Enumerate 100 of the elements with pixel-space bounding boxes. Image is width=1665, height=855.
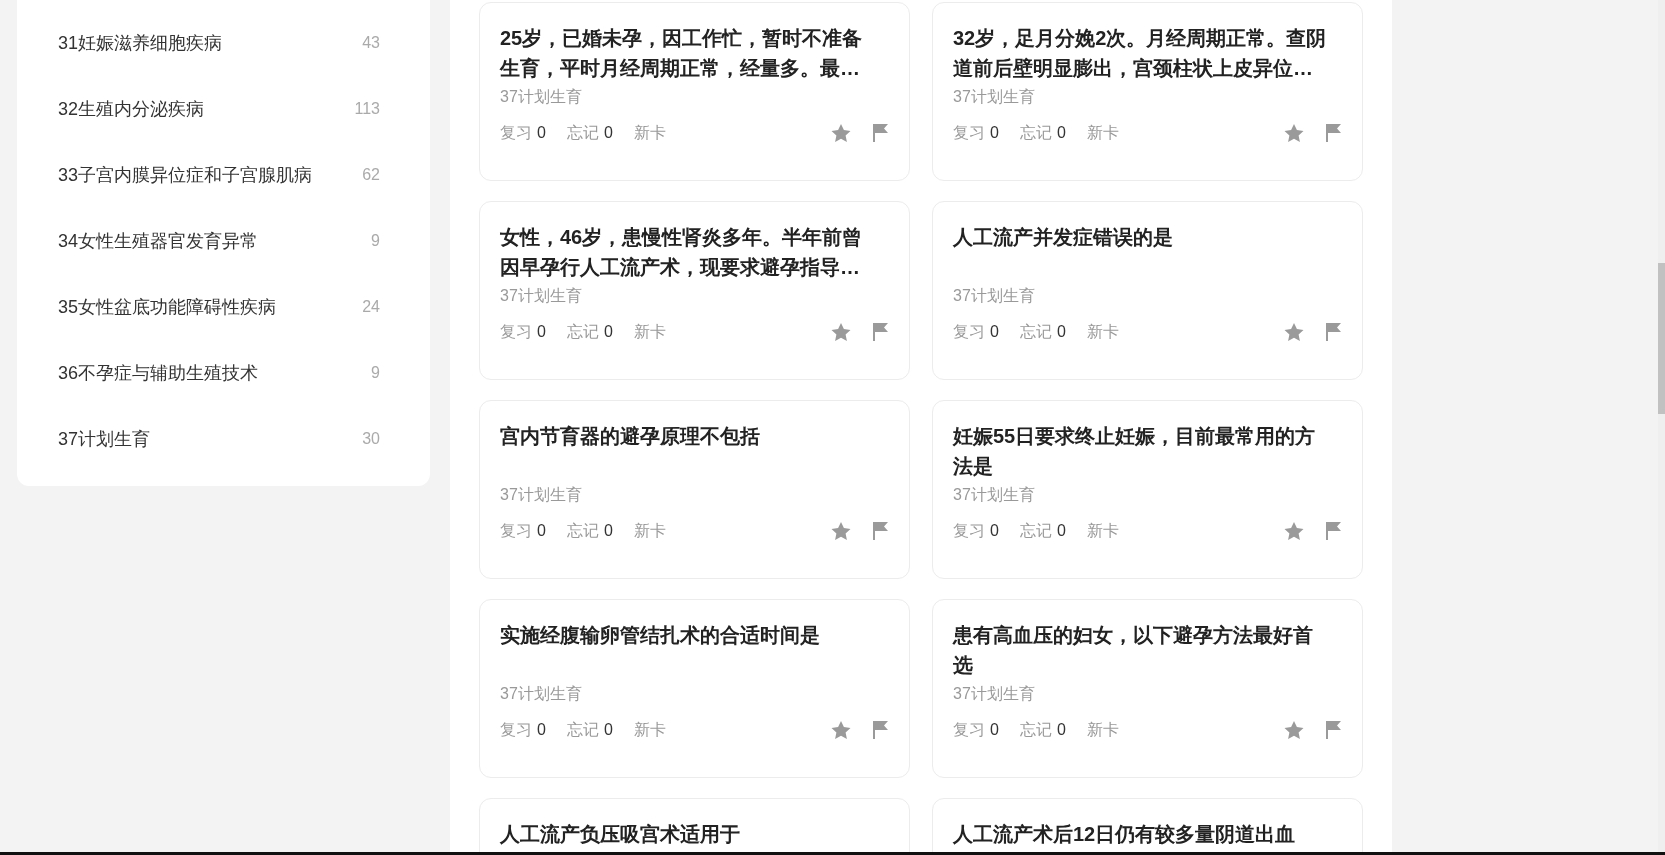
star-icon[interactable]	[1284, 322, 1304, 342]
stat-label: 复习	[953, 122, 985, 143]
stat-value: 0	[537, 323, 546, 341]
star-icon[interactable]	[1284, 123, 1304, 143]
flag-icon[interactable]	[873, 124, 888, 142]
scrollbar-thumb[interactable]	[1658, 263, 1665, 414]
stat-value: 0	[537, 124, 546, 142]
category-item[interactable]: 36不孕症与辅助生殖技术 9	[17, 340, 430, 406]
question-card[interactable]: 人工流产并发症错误的是 37计划生育 复习 0 忘记 0 新卡	[932, 201, 1363, 380]
star-icon[interactable]	[831, 322, 851, 342]
question-title: 人工流产负压吸宫术适用于	[500, 822, 741, 847]
card-category: 37计划生育	[953, 485, 1036, 505]
stat-label: 复习	[500, 520, 532, 541]
card-category: 37计划生育	[500, 485, 583, 505]
question-title: 32岁，足月分娩2次。月经周期正常。查阴道前后壁明显膨出，宫颈柱状上皮异位…	[953, 26, 1328, 81]
category-item[interactable]: 33子宫内膜异位症和子宫腺肌病 62	[17, 142, 430, 208]
stat-label: 忘记	[1019, 719, 1052, 740]
stat-label: 新卡	[633, 719, 666, 740]
question-card[interactable]: 实施经腹输卵管结扎术的合适时间是 37计划生育 复习 0 忘记 0 新卡	[479, 599, 910, 778]
category-item[interactable]: 31妊娠滋养细胞疾病 43	[17, 10, 430, 76]
stat-label: 新卡	[1086, 719, 1119, 740]
flag-icon[interactable]	[1326, 124, 1341, 142]
category-item[interactable]: 34女性生殖器官发育异常 9	[17, 208, 430, 274]
stat-value: 0	[990, 323, 999, 341]
flag-icon[interactable]	[1326, 721, 1341, 739]
question-title: 实施经腹输卵管结扎术的合适时间是	[500, 623, 821, 648]
star-icon[interactable]	[831, 521, 851, 541]
stat-label: 忘记	[566, 122, 599, 143]
category-item[interactable]: 35女性盆底功能障碍性疾病 24	[17, 274, 430, 340]
stat-value: 0	[537, 721, 546, 739]
category-name: 36不孕症与辅助生殖技术	[58, 362, 259, 385]
question-card[interactable]: 妊娠55日要求终止妊娠，目前最常用的方法是 37计划生育 复习 0 忘记 0 新卡	[932, 400, 1363, 579]
stat-label: 复习	[953, 719, 985, 740]
stat-label: 忘记	[566, 719, 599, 740]
flag-icon[interactable]	[1326, 522, 1341, 540]
stat-value: 0	[1056, 323, 1066, 341]
card-category: 37计划生育	[953, 87, 1036, 107]
stat-value: 0	[603, 522, 613, 540]
stat-label: 忘记	[1019, 122, 1052, 143]
stat-label: 新卡	[1086, 321, 1119, 342]
star-icon[interactable]	[831, 123, 851, 143]
question-title: 患有高血压的妇女，以下避孕方法最好首选	[953, 623, 1314, 678]
stat-label: 新卡	[633, 520, 666, 541]
question-title: 女性，46岁，患慢性肾炎多年。半年前曾因早孕行人工流产术，现要求避孕指导…	[500, 225, 864, 280]
category-count: 62	[362, 166, 380, 184]
flag-icon[interactable]	[873, 721, 888, 739]
category-count: 113	[354, 100, 380, 118]
category-count: 30	[362, 430, 380, 448]
stat-label: 忘记	[566, 321, 599, 342]
category-item[interactable]: 32生殖内分泌疾病 113	[17, 76, 430, 142]
question-card[interactable]: 人工流产术后12日仍有较多量阴道出血	[932, 798, 1363, 852]
stat-label: 复习	[953, 520, 985, 541]
stat-label: 忘记	[1019, 321, 1052, 342]
card-category: 37计划生育	[500, 87, 583, 107]
stat-label: 复习	[500, 719, 532, 740]
question-card[interactable]: 32岁，足月分娩2次。月经周期正常。查阴道前后壁明显膨出，宫颈柱状上皮异位… 37计划生育 复习 0 忘记 0 新卡	[932, 2, 1363, 181]
category-name: 34女性生殖器官发育异常	[58, 230, 259, 253]
star-icon[interactable]	[831, 720, 851, 740]
question-title: 人工流产术后12日仍有较多量阴道出血	[953, 822, 1297, 847]
category-name: 31妊娠滋养细胞疾病	[58, 32, 223, 55]
card-category: 37计划生育	[500, 684, 583, 704]
category-name: 35女性盆底功能障碍性疾病	[58, 296, 277, 319]
star-icon[interactable]	[1284, 521, 1304, 541]
stat-label: 复习	[953, 321, 985, 342]
flag-icon[interactable]	[1326, 323, 1341, 341]
flag-icon[interactable]	[873, 522, 888, 540]
question-title: 妊娠55日要求终止妊娠，目前最常用的方法是	[953, 424, 1317, 479]
stat-value: 0	[1056, 124, 1066, 142]
stat-value: 0	[1056, 522, 1066, 540]
stat-value: 0	[603, 124, 613, 142]
question-card[interactable]: 患有高血压的妇女，以下避孕方法最好首选 37计划生育 复习 0 忘记 0 新卡	[932, 599, 1363, 778]
stat-value: 0	[990, 124, 999, 142]
category-count: 43	[362, 34, 380, 52]
stat-label: 新卡	[1086, 520, 1119, 541]
question-card[interactable]: 女性，46岁，患慢性肾炎多年。半年前曾因早孕行人工流产术，现要求避孕指导… 37计划生育 复习 0 忘记 0 新卡	[479, 201, 910, 380]
category-item[interactable]: 37计划生育 30	[17, 406, 430, 472]
stat-label: 新卡	[633, 122, 666, 143]
stat-value: 0	[1056, 721, 1066, 739]
stat-value: 0	[603, 323, 613, 341]
question-card[interactable]: 人工流产负压吸宫术适用于	[479, 798, 910, 852]
stat-value: 0	[990, 522, 999, 540]
stat-label: 新卡	[633, 321, 666, 342]
category-name: 33子宫内膜异位症和子宫腺肌病	[58, 164, 313, 187]
stat-label: 复习	[500, 122, 532, 143]
question-card[interactable]: 25岁，已婚未孕，因工作忙，暂时不准备生育，平时月经周期正常，经量多。最… 37计划生育 复习 0 忘记 0 新卡	[479, 2, 910, 181]
flag-icon[interactable]	[873, 323, 888, 341]
category-name: 32生殖内分泌疾病	[58, 98, 205, 121]
question-card[interactable]: 宫内节育器的避孕原理不包括 37计划生育 复习 0 忘记 0 新卡	[479, 400, 910, 579]
stat-value: 0	[537, 522, 546, 540]
card-category: 37计划生育	[953, 684, 1036, 704]
question-title: 25岁，已婚未孕，因工作忙，暂时不准备生育，平时月经周期正常，经量多。最…	[500, 26, 864, 81]
stat-label: 忘记	[1019, 520, 1052, 541]
category-name: 37计划生育	[58, 428, 151, 451]
stat-label: 忘记	[566, 520, 599, 541]
category-count: 24	[362, 298, 380, 316]
question-title: 人工流产并发症错误的是	[953, 225, 1174, 250]
star-icon[interactable]	[1284, 720, 1304, 740]
card-category: 37计划生育	[953, 286, 1036, 306]
stat-label: 复习	[500, 321, 532, 342]
category-count: 9	[371, 232, 380, 250]
